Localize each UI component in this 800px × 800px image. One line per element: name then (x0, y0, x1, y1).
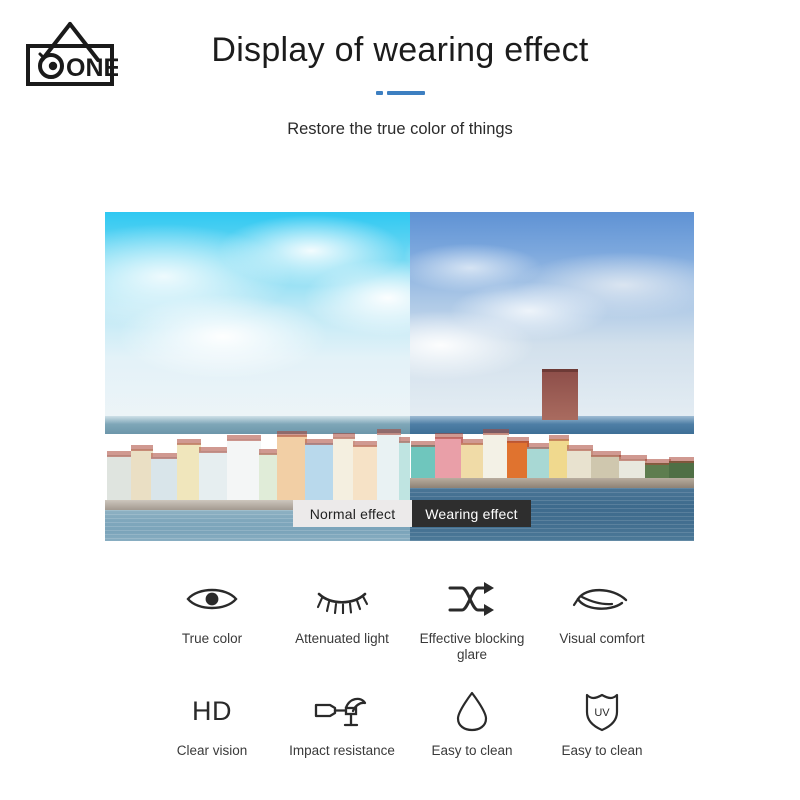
hd-label: HD (192, 696, 232, 726)
uv-shield-icon: UV (582, 690, 622, 732)
feature-row: HD Clear vision Impact resistance Easy t… (147, 690, 667, 759)
eye-icon (184, 578, 240, 620)
feature-impact-resistance: Impact resistance (277, 690, 407, 759)
feature-easy-to-clean-drop: Easy to clean (407, 690, 537, 759)
divider-dash-short (375, 91, 383, 95)
photo-half-wearing-effect (410, 212, 694, 541)
uv-label: UV (594, 707, 610, 719)
wearing-effect-comparison-photo: Normal effect Wearing effect (105, 212, 694, 541)
feature-grid: True color Attenuated light Effective bl… (147, 578, 667, 759)
hammer-chisel-icon (313, 690, 371, 732)
feature-row: True color Attenuated light Effective bl… (147, 578, 667, 663)
scene-wearing (410, 212, 694, 541)
label-normal-effect: Normal effect (293, 500, 412, 527)
feature-label: Easy to clean (431, 743, 513, 758)
feature-attenuated-light: Attenuated light (277, 578, 407, 663)
feature-label: Impact resistance (289, 743, 395, 758)
feature-blocking-glare: Effective blocking glare (407, 578, 537, 663)
feature-label: Clear vision (176, 743, 248, 758)
hd-text-icon: HD (192, 690, 232, 732)
feature-visual-comfort: Visual comfort (537, 578, 667, 663)
feature-label: Easy to clean (561, 743, 643, 758)
leaf-eye-icon (572, 578, 632, 620)
eyelash-icon (314, 578, 370, 620)
feature-label: True color (181, 631, 243, 646)
shuffle-arrows-icon (448, 578, 496, 620)
label-wearing-effect: Wearing effect (412, 500, 531, 527)
quay-wearing (410, 478, 694, 488)
feature-label: Attenuated light (295, 631, 389, 646)
feature-clear-vision: HD Clear vision (147, 690, 277, 759)
feature-true-color: True color (147, 578, 277, 663)
photo-half-normal-effect (105, 212, 410, 541)
divider-dash-long (386, 91, 425, 95)
title-divider (0, 88, 800, 98)
water-drop-icon (454, 690, 490, 732)
cityscape-normal (105, 392, 410, 502)
page-subtitle: Restore the true color of things (287, 120, 513, 138)
page-title: Display of wearing effect (211, 31, 589, 69)
feature-label: Visual comfort (559, 631, 645, 646)
feature-label: Effective blocking glare (419, 631, 525, 662)
scene-normal (105, 212, 410, 541)
feature-easy-to-clean-uv: UV Easy to clean (537, 690, 667, 759)
effect-label-group: Normal effect Wearing effect (293, 500, 531, 527)
